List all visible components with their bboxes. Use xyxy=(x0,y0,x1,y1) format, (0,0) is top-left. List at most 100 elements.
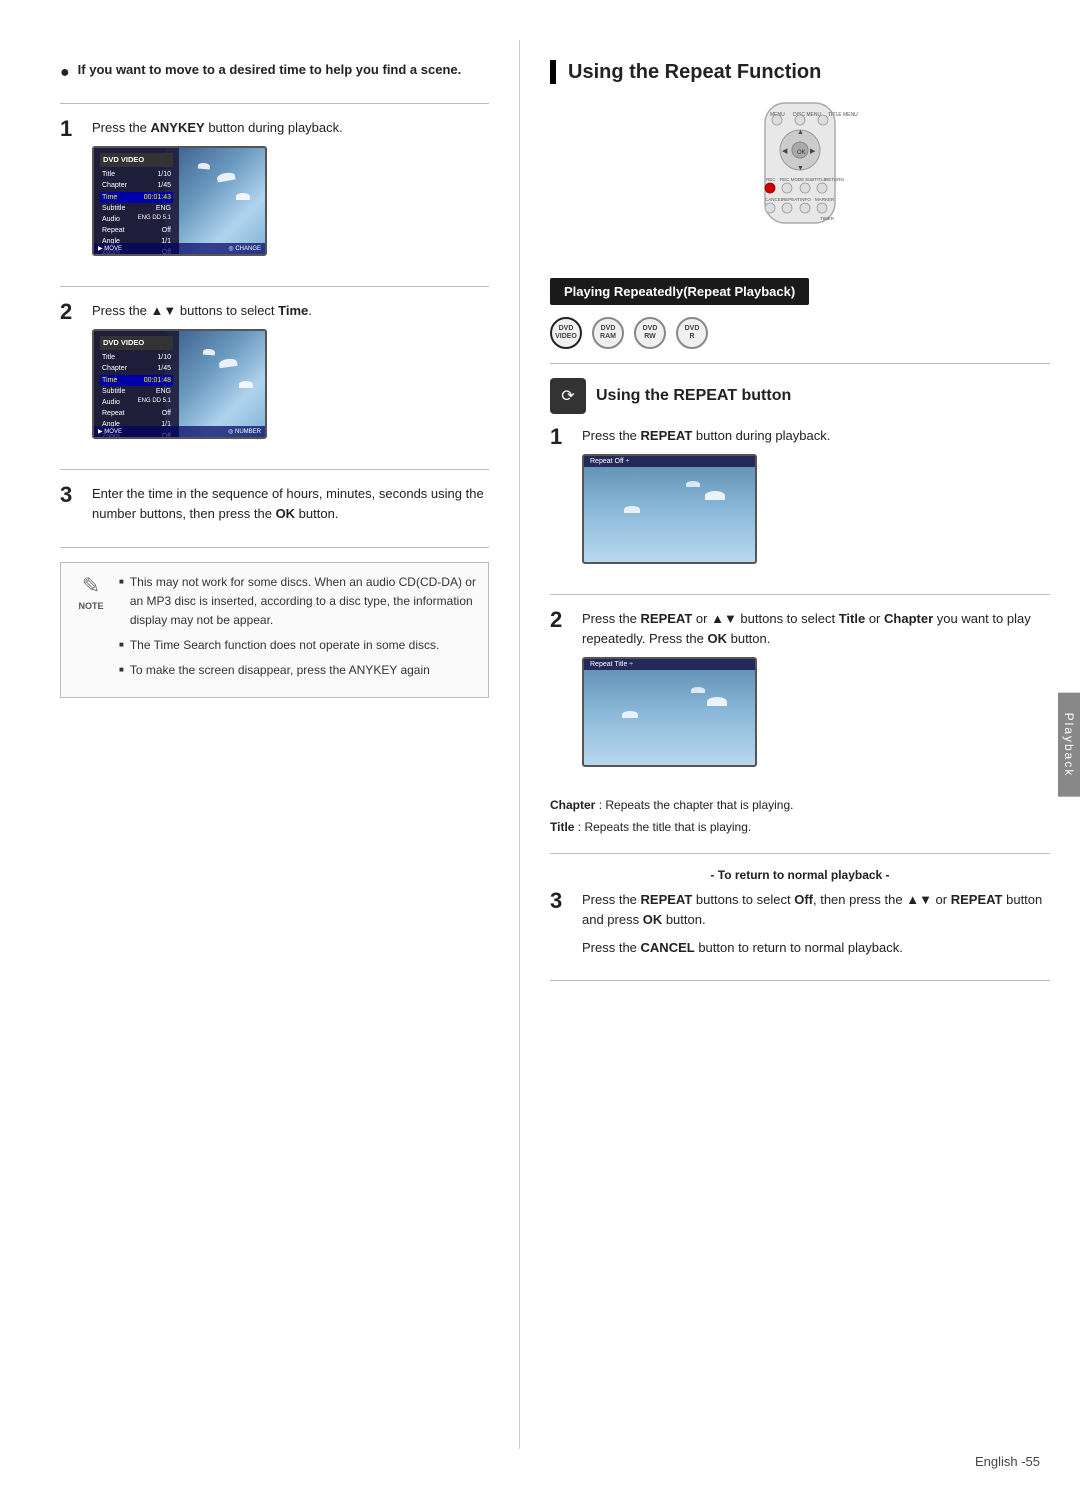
footer-text: English -55 xyxy=(975,1454,1040,1469)
note-icon-area: ✎ NOTE xyxy=(73,573,109,611)
menu-title-1: DVD VIDEO xyxy=(100,153,173,167)
repeat-status-1: Repeat Off ÷ xyxy=(590,458,630,465)
title-note: Title : Repeats the title that is playin… xyxy=(550,817,1050,839)
right-step-2-bold-ok: OK xyxy=(708,631,728,646)
step-3-content: Enter the time in the sequence of hours,… xyxy=(92,484,489,532)
divider-3 xyxy=(60,469,489,470)
right-step-3-cancel-note: Press the CANCEL button to return to nor… xyxy=(582,938,1050,958)
note-item-2-text: The Time Search function does not operat… xyxy=(130,636,440,655)
menu-title-2: DVD VIDEO xyxy=(100,336,173,350)
right-step-1-num: 1 xyxy=(550,426,572,448)
bird-background-1 xyxy=(165,148,265,256)
repeat-icon-box: ⟳ xyxy=(550,378,586,414)
chapter-note-text: : Repeats the chapter that is playing. xyxy=(599,798,794,812)
title-bold: Title xyxy=(550,820,574,834)
disc-dvd-ram-circle: DVDRAM xyxy=(592,317,624,349)
right-step-2: 2 Press the REPEAT or ▲▼ buttons to sele… xyxy=(550,609,1050,783)
page: ● If you want to move to a desired time … xyxy=(0,0,1080,1489)
disc-icon-dvd-r: DVDR xyxy=(676,317,708,349)
screen-mock-1: DVD VIDEO Title1/10 Chapter1/45 Time00:0… xyxy=(92,146,267,256)
svg-text:▶: ▶ xyxy=(810,148,816,155)
menu-row-time-1: Time00:01:43 xyxy=(100,192,173,203)
note-item-3-text: To make the screen disappear, press the … xyxy=(130,661,430,680)
step-1-content: Press the ANYKEY button during playback.… xyxy=(92,118,489,272)
svg-text:◀: ◀ xyxy=(782,148,788,155)
svg-text:MARKER: MARKER xyxy=(815,197,835,202)
bottom-bar-1: ▶ MOVE◎ CHANGE xyxy=(94,243,265,254)
normal-return-label: - To return to normal playback - xyxy=(550,868,1050,882)
disc-icons-row: DVDVIDEO DVDRAM DVDRW DVDR xyxy=(550,317,1050,349)
svg-text:REC MODE: REC MODE xyxy=(780,177,804,182)
right-step-3-bold-repeat: REPEAT xyxy=(641,892,693,907)
menu-row-chapter-2: Chapter1/45 xyxy=(100,363,173,374)
repeat-bird-5 xyxy=(691,687,705,693)
disc-icon-dvd-ram: DVDRAM xyxy=(592,317,624,349)
divider-1 xyxy=(60,103,489,104)
menu-row-repeat-2: RepeatOff xyxy=(100,408,173,419)
repeat-sky-bg-1 xyxy=(584,456,755,562)
title-bar-decoration xyxy=(550,60,556,84)
step-3-text: Enter the time in the sequence of hours,… xyxy=(92,484,489,524)
step-1-num: 1 xyxy=(60,118,82,140)
chapter-note: Chapter : Repeats the chapter that is pl… xyxy=(550,795,1050,817)
svg-text:TITLE MENU: TITLE MENU xyxy=(828,112,858,118)
note-box: ✎ NOTE This may not work for some discs.… xyxy=(60,562,489,698)
bird-3 xyxy=(236,193,250,200)
repeat-icon-glyph: ⟳ xyxy=(561,386,574,406)
repeat-sky-bg-2 xyxy=(584,659,755,765)
right-step-2-content: Press the REPEAT or ▲▼ buttons to select… xyxy=(582,609,1050,783)
note-item-1: This may not work for some discs. When a… xyxy=(119,573,476,631)
step-3: 3 Enter the time in the sequence of hour… xyxy=(60,484,489,532)
right-step-2-num: 2 xyxy=(550,609,572,631)
repeat-screen-2: Repeat Title ÷ xyxy=(582,657,757,767)
step-3-num: 3 xyxy=(60,484,82,506)
right-step-3-bold-ok: OK xyxy=(643,912,663,927)
right-step-1-bold-repeat: REPEAT xyxy=(641,428,693,443)
disc-dvd-r-circle: DVDR xyxy=(676,317,708,349)
svg-text:CANCEL: CANCEL xyxy=(765,197,784,202)
repeat-status-2: Repeat Title ÷ xyxy=(590,661,633,668)
repeat-top-bar-2: Repeat Title ÷ xyxy=(584,659,755,670)
svg-text:▲: ▲ xyxy=(797,129,804,136)
menu-overlay-2: DVD VIDEO Title1/10 Chapter1/45 Time00:0… xyxy=(94,331,179,439)
menu-overlay-1: DVD VIDEO Title1/10 Chapter1/45 Time00:0… xyxy=(94,148,179,256)
svg-text:▼: ▼ xyxy=(797,165,804,172)
divider-4 xyxy=(60,547,489,548)
repeat-top-bar-1: Repeat Off ÷ xyxy=(584,456,755,467)
side-tab: Playback xyxy=(1058,692,1080,797)
left-column: ● If you want to move to a desired time … xyxy=(0,40,520,1449)
right-step-3-bold-repeat2: REPEAT xyxy=(951,892,1003,907)
step-1-text: Press the ANYKEY button during playback. xyxy=(92,118,489,138)
remote-svg: MENU DISC MENU TITLE MENU ▲ ▼ ◀ ▶ OK REC… xyxy=(710,98,890,258)
right-step-3-text: Press the REPEAT buttons to select Off, … xyxy=(582,890,1050,930)
right-divider-1 xyxy=(550,363,1050,364)
bottom-bar-2: ▶ MOVE◎ NUMBER xyxy=(94,426,265,437)
right-step-3-content: Press the REPEAT buttons to select Off, … xyxy=(582,890,1050,966)
right-divider-4 xyxy=(550,980,1050,981)
right-step-1: 1 Press the REPEAT button during playbac… xyxy=(550,426,1050,580)
disc-dvd-rw-circle: DVDRW xyxy=(634,317,666,349)
right-step-2-bold-title: Title xyxy=(839,611,866,626)
menu-row-audio-2: AudioENG DD 5.1 xyxy=(100,397,173,408)
disc-dvd-video-circle: DVDVIDEO xyxy=(550,317,582,349)
disc-icon-dvd-rw: DVDRW xyxy=(634,317,666,349)
bullet-intro-text: If you want to move to a desired time to… xyxy=(78,60,462,80)
repeat-bird-2 xyxy=(686,481,700,487)
section-title: Using the Repeat Function xyxy=(550,60,1050,84)
playing-badge: Playing Repeatedly(Repeat Playback) xyxy=(550,278,809,305)
right-step-3-num: 3 xyxy=(550,890,572,912)
section-title-text: Using the Repeat Function xyxy=(568,61,821,84)
repeat-bird-3 xyxy=(624,506,640,513)
menu-row-subtitle-1: SubtitleENG xyxy=(100,203,173,214)
note-item-1-text: This may not work for some discs. When a… xyxy=(130,573,476,631)
bird-2 xyxy=(198,163,210,170)
menu-row-title-2: Title1/10 xyxy=(100,352,173,363)
title-note-text: : Repeats the title that is playing. xyxy=(578,820,751,834)
right-step-3: 3 Press the REPEAT buttons to select Off… xyxy=(550,890,1050,966)
svg-text:INFO: INFO xyxy=(800,197,811,202)
right-step-1-text: Press the REPEAT button during playback. xyxy=(582,426,1050,446)
svg-text:TIMER: TIMER xyxy=(820,216,835,221)
repeat-bird-6 xyxy=(622,711,638,718)
svg-text:OK: OK xyxy=(797,150,806,156)
menu-row-subtitle-2: SubtitleENG xyxy=(100,386,173,397)
